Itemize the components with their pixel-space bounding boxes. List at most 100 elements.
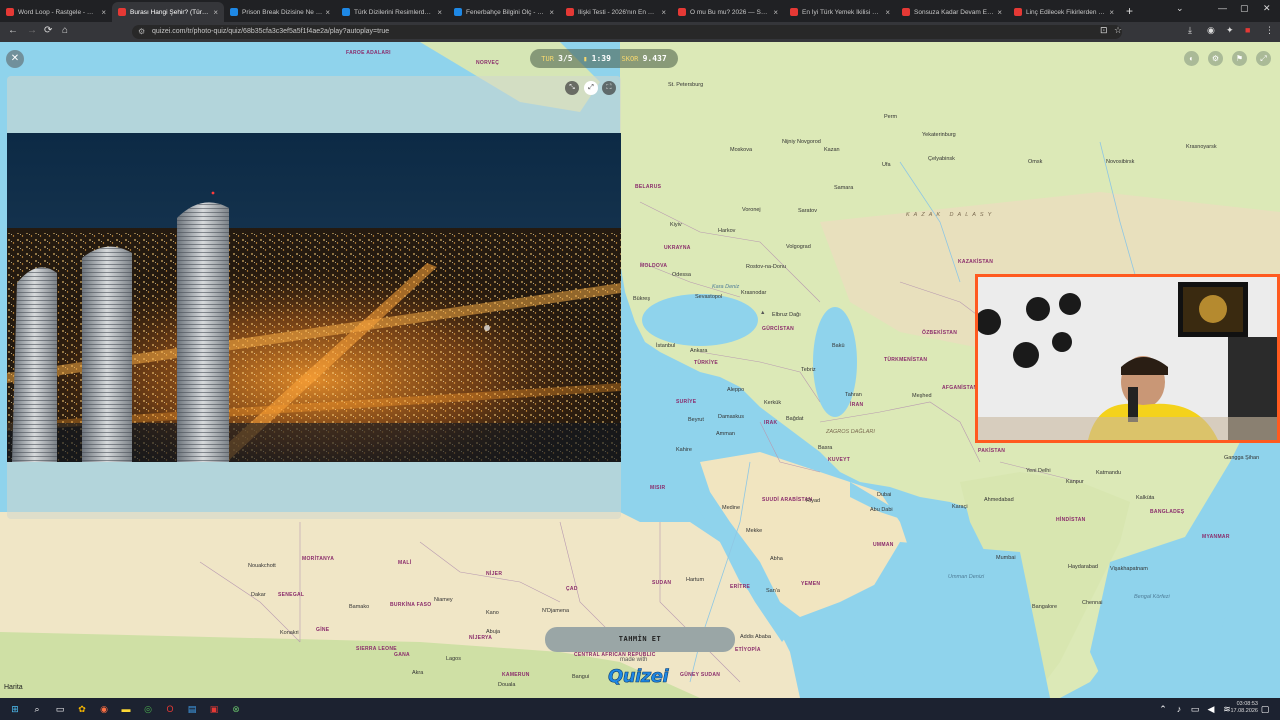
chrome-icon[interactable]: ◎ <box>141 702 155 716</box>
city-label: Katmandu <box>1096 470 1122 476</box>
country-label: TÜRKİYE <box>694 360 719 366</box>
city-label: Vişakhapatnam <box>1110 566 1148 572</box>
install-icon[interactable]: ⊡ <box>1100 25 1108 36</box>
network-icon[interactable]: ▭ <box>1188 702 1202 716</box>
tab-bar: Word Loop - Rastgele - Quizei × Burası Han… <box>0 0 1280 22</box>
search-icon[interactable]: ⌕ <box>30 702 44 716</box>
city-label: Nijniy Novgorod <box>782 139 821 145</box>
country-label: PAKİSTAN <box>978 448 1006 454</box>
city-label: Kerkük <box>764 400 782 406</box>
browser-tab[interactable]: Linç Edilecek Fikirlerden Hangi × <box>1008 2 1120 22</box>
flag-icon[interactable]: ⚑ <box>1232 51 1247 66</box>
browser-tab[interactable]: Word Loop - Rastgele - Quizei × <box>0 2 112 22</box>
city-label: Tahran <box>845 392 862 398</box>
fullscreen-icon[interactable]: ⛶ <box>602 81 616 95</box>
windows-start-icon[interactable]: ⊞ <box>8 702 22 716</box>
new-tab-icon[interactable]: + <box>1126 2 1133 22</box>
mountain-icon: ▲ <box>760 310 766 316</box>
volume-icon[interactable]: ◀ <box>1204 702 1218 716</box>
notification-icon[interactable]: ▢ <box>1258 702 1272 716</box>
browser-tab[interactable]: İlişki Testi - 2026'nın En Viral Te× <box>560 2 672 22</box>
city-label: Basra <box>818 445 833 451</box>
city-label: Aleppo <box>727 387 745 393</box>
tab-close-icon[interactable]: × <box>213 8 218 17</box>
city-label: Abha <box>770 556 783 562</box>
city-label: Rostov-na-Donu <box>746 264 787 270</box>
browser-tab[interactable]: Türk Dizilerini Resimlerden Tahm× <box>336 2 448 22</box>
country-label: KAZAKİSTAN <box>958 259 994 265</box>
profile-icon[interactable]: ■ <box>1245 25 1250 35</box>
extension-icon[interactable]: ◉ <box>1207 25 1215 36</box>
download-icon[interactable]: ⤓ <box>1188 25 1192 36</box>
tab-close-icon[interactable]: × <box>997 8 1002 17</box>
city-label: Saratov <box>798 208 817 214</box>
task-view-icon[interactable]: ▭ <box>53 702 67 716</box>
map-expand-icon[interactable]: ⤢ <box>1256 51 1271 66</box>
browser-tab[interactable]: Sonsuza Kadar Devam Edecek İl× <box>896 2 1008 22</box>
country-label: GİNE <box>316 627 330 633</box>
tab-close-icon[interactable]: × <box>661 8 666 17</box>
tab-search-icon[interactable]: ⌄ <box>1176 3 1184 14</box>
city-label: Yekaterinburg <box>922 132 956 138</box>
country-label: SIERRA LEONE <box>356 646 397 652</box>
firefox-icon[interactable]: ◉ <box>97 702 111 716</box>
reload-icon[interactable]: ⟳ <box>44 25 52 36</box>
browser-tab[interactable]: Burası Hangi Şehir? (Türkiye) - Q× <box>112 2 224 22</box>
puzzle-icon[interactable]: ✦ <box>1226 25 1234 36</box>
notes-icon[interactable]: ▤ <box>185 702 199 716</box>
xbox-icon[interactable]: ⊗ <box>229 702 243 716</box>
forward-icon[interactable]: → <box>27 25 37 36</box>
region-label: Kara Deniz <box>712 284 740 290</box>
guess-button[interactable]: TAHMİN ET <box>545 627 735 652</box>
settings-icon[interactable]: ⚙ <box>1208 51 1223 66</box>
browser-tab[interactable]: Fenerbahçe Bilgini Ölç - Quizei× <box>448 2 560 22</box>
country-label: MOLDOVA <box>640 263 668 269</box>
back-icon[interactable]: ← <box>8 25 18 36</box>
close-button[interactable]: ✕ <box>6 50 24 68</box>
record-icon[interactable]: ▣ <box>207 702 221 716</box>
browser-tab[interactable]: Prison Break Dizisine Ne Kadar× <box>224 2 336 22</box>
tray-chevron-icon[interactable]: ⌃ <box>1156 702 1170 716</box>
quizei-logo[interactable]: Quizei <box>608 666 669 688</box>
country-label: İRAN <box>850 402 864 408</box>
city-label: Bamako <box>349 604 370 610</box>
tab-close-icon[interactable]: × <box>437 8 442 17</box>
maximize-icon[interactable]: ▢ <box>1240 3 1249 14</box>
home-icon[interactable]: ⌂ <box>62 25 68 36</box>
url-text: quizei.com/tr/photo-quiz/quiz/68b35cfa3c… <box>152 28 390 35</box>
tab-close-icon[interactable]: × <box>1109 8 1114 17</box>
clock[interactable]: 03:08:53 17.08.2026 <box>1230 701 1258 715</box>
browser-tab[interactable]: En İyi Türk Yemek İkilisi Hangisi× <box>784 2 896 22</box>
menu-icon[interactable]: ⋮ <box>1265 25 1274 36</box>
country-label: GÜRCİSTAN <box>762 326 795 332</box>
bookmark-star-icon[interactable]: ☆ <box>1114 25 1122 36</box>
url-input[interactable]: ⚙ quizei.com/tr/photo-quiz/quiz/68b35cfa… <box>132 25 1122 39</box>
browser-tab[interactable]: O mu Bu mu? 2026 — Sevgilini× <box>672 2 784 22</box>
city-label: Damaskus <box>718 414 744 420</box>
quiz-photo[interactable] <box>7 133 621 462</box>
tab-close-icon[interactable]: × <box>773 8 778 17</box>
colorful-app-icon[interactable]: ✿ <box>75 702 89 716</box>
expand-icon[interactable]: ⤢ <box>584 81 598 95</box>
minimize-icon[interactable]: — <box>1218 3 1227 13</box>
tab-close-icon[interactable]: × <box>549 8 554 17</box>
dark-mode-icon[interactable]: ◐ <box>1184 51 1199 66</box>
tab-close-icon[interactable]: × <box>101 8 106 17</box>
country-label: MISIR <box>650 485 666 491</box>
mic-icon[interactable]: ♪ <box>1172 702 1186 716</box>
city-label: İstanbul <box>656 343 676 349</box>
window-close-icon[interactable]: ✕ <box>1263 3 1271 14</box>
folder-icon[interactable]: ▬ <box>119 702 133 716</box>
shrink-icon[interactable]: ⤡ <box>565 81 579 95</box>
taskbar: ⊞ ⌕ ▭ ✿ ◉ ▬ ◎ O ▤ ▣ ⊗ ⌃ ♪ ▭ ◀ ≋ 03:08:53… <box>0 698 1280 720</box>
tab-close-icon[interactable]: × <box>325 8 330 17</box>
site-info-icon[interactable]: ⚙ <box>138 25 145 39</box>
country-label: UMMAN <box>873 542 894 548</box>
opera-icon[interactable]: O <box>163 702 177 716</box>
city-label: Kazan <box>824 147 840 153</box>
tab-label: İlişki Testi - 2026'nın En Viral Te <box>578 8 658 16</box>
city-label: Kanpur <box>1066 479 1084 485</box>
tab-close-icon[interactable]: × <box>885 8 890 17</box>
country-label: GANA <box>394 652 410 658</box>
tab-label: Word Loop - Rastgele - Quizei <box>18 8 99 16</box>
